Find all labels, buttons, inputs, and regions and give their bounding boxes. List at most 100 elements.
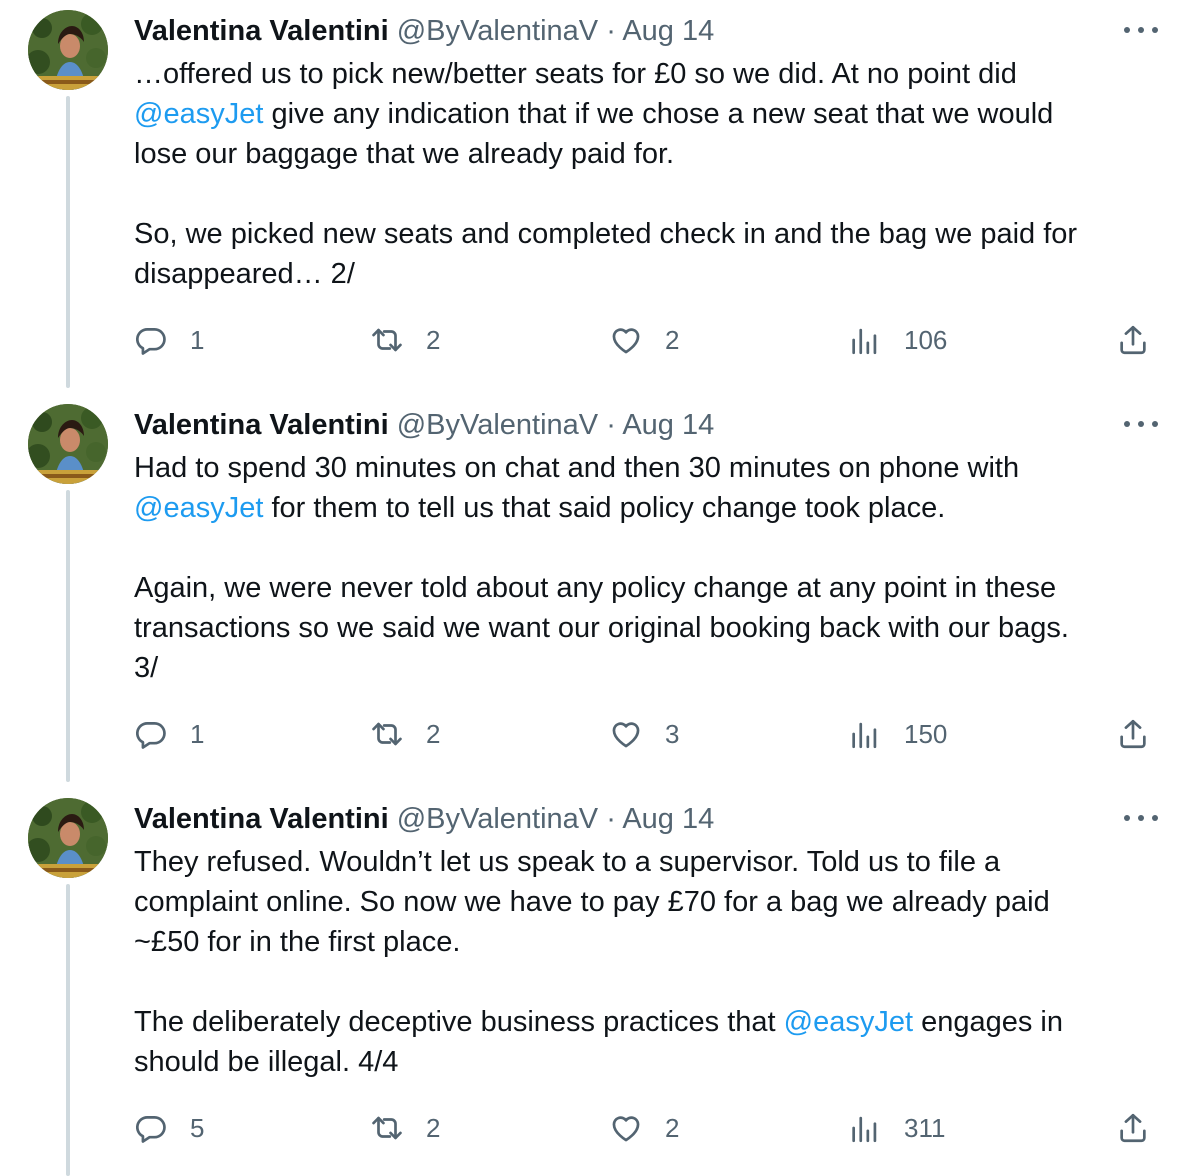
- author-handle[interactable]: @ByValentinaV: [397, 803, 598, 835]
- avatar[interactable]: [28, 798, 108, 878]
- heart-icon: [609, 323, 643, 357]
- text-segment: 3/: [134, 652, 159, 684]
- tweet-header: Valentina Valentini @ByValentinaV · Aug …: [134, 408, 714, 442]
- text-segment: engages in: [913, 1006, 1063, 1038]
- reply-icon: [134, 1111, 168, 1145]
- tweet-text-line: So, we picked new seats and completed ch…: [134, 214, 1164, 254]
- tweet-header: Valentina Valentini @ByValentinaV · Aug …: [134, 14, 714, 48]
- text-segment: lose our baggage that we already paid fo…: [134, 138, 675, 170]
- text-segment: transactions so we said we want our orig…: [134, 612, 1069, 644]
- tweet-text-line: 3/: [134, 648, 1164, 688]
- author-handle[interactable]: @ByValentinaV: [397, 409, 598, 441]
- mention-link[interactable]: @easyJet: [784, 1006, 913, 1038]
- tweet-date[interactable]: Aug 14: [622, 409, 714, 441]
- reply-button[interactable]: 1: [134, 320, 204, 360]
- share-icon: [1116, 717, 1150, 751]
- retweet-icon: [370, 323, 404, 357]
- share-button[interactable]: [1116, 1108, 1150, 1148]
- tweet-text-line: Again, we were never told about any poli…: [134, 568, 1164, 608]
- tweet-text: …offered us to pick new/better seats for…: [134, 54, 1164, 294]
- retweet-count: 2: [426, 718, 441, 749]
- share-icon: [1116, 323, 1150, 357]
- avatar[interactable]: [28, 404, 108, 484]
- author-name[interactable]: Valentina Valentini: [134, 15, 389, 47]
- tweet-text-line: transactions so we said we want our orig…: [134, 608, 1164, 648]
- text-segment: ~£50 for in the first place.: [134, 926, 461, 958]
- reply-count: 1: [190, 718, 205, 749]
- tweet-text-line: @easyJet give any indication that if we …: [134, 94, 1164, 134]
- views-button[interactable]: 150: [848, 714, 947, 754]
- author-name[interactable]: Valentina Valentini: [134, 803, 389, 835]
- more-icon[interactable]: [1124, 808, 1158, 828]
- like-button[interactable]: 3: [609, 714, 679, 754]
- author-name[interactable]: Valentina Valentini: [134, 409, 389, 441]
- reply-button[interactable]: 5: [134, 1108, 204, 1148]
- more-icon[interactable]: [1124, 20, 1158, 40]
- text-segment: So, we picked new seats and completed ch…: [134, 218, 1078, 250]
- tweet-text-line: …offered us to pick new/better seats for…: [134, 54, 1164, 94]
- share-button[interactable]: [1116, 320, 1150, 360]
- author-handle[interactable]: @ByValentinaV: [397, 15, 598, 47]
- text-segment: disappeared… 2/: [134, 258, 355, 290]
- views-button[interactable]: 311: [848, 1108, 945, 1148]
- reply-icon: [134, 323, 168, 357]
- tweet-text-line: The deliberately deceptive business prac…: [134, 1002, 1164, 1042]
- tweet-text-line: ~£50 for in the first place.: [134, 922, 1164, 962]
- text-segment: Had to spend 30 minutes on chat and then…: [134, 452, 1020, 484]
- share-icon: [1116, 1111, 1150, 1145]
- text-segment: …offered us to pick new/better seats for…: [134, 58, 1017, 90]
- tweet-text-line: [134, 528, 1164, 568]
- tweet[interactable]: Valentina Valentini @ByValentinaV · Aug …: [0, 788, 1188, 1176]
- tweet-text-line: [134, 962, 1164, 1002]
- separator-dot: ·: [606, 15, 616, 47]
- tweet[interactable]: Valentina Valentini @ByValentinaV · Aug …: [0, 394, 1188, 788]
- mention-link[interactable]: @easyJet: [134, 492, 263, 524]
- like-button[interactable]: 2: [609, 1108, 679, 1148]
- like-count: 2: [665, 1112, 680, 1143]
- action-bar: 1 2 3 150: [0, 714, 1188, 754]
- reply-count: 5: [190, 1112, 205, 1143]
- action-bar: 5 2 2 311: [0, 1108, 1188, 1148]
- share-button[interactable]: [1116, 714, 1150, 754]
- tweet[interactable]: Valentina Valentini @ByValentinaV · Aug …: [0, 0, 1188, 394]
- tweet-text-line: @easyJet for them to tell us that said p…: [134, 488, 1164, 528]
- avatar[interactable]: [28, 10, 108, 90]
- like-button[interactable]: 2: [609, 320, 679, 360]
- views-count: 150: [904, 718, 948, 749]
- tweet-text-line: They refused. Wouldn’t let us speak to a…: [134, 842, 1164, 882]
- text-segment: Again, we were never told about any poli…: [134, 572, 1057, 604]
- views-icon: [848, 1111, 882, 1145]
- reply-count: 1: [190, 324, 205, 355]
- tweet-text: Had to spend 30 minutes on chat and then…: [134, 448, 1164, 688]
- views-button[interactable]: 106: [848, 320, 947, 360]
- text-segment: They refused. Wouldn’t let us speak to a…: [134, 846, 1001, 878]
- tweet-text-line: [134, 174, 1164, 214]
- retweet-icon: [370, 717, 404, 751]
- text-segment: should be illegal. 4/4: [134, 1046, 399, 1078]
- retweet-count: 2: [426, 324, 441, 355]
- like-count: 2: [665, 324, 680, 355]
- more-icon[interactable]: [1124, 414, 1158, 434]
- retweet-button[interactable]: 2: [370, 714, 440, 754]
- separator-dot: ·: [606, 409, 616, 441]
- tweet-text-line: Had to spend 30 minutes on chat and then…: [134, 448, 1164, 488]
- retweet-button[interactable]: 2: [370, 320, 440, 360]
- like-count: 3: [665, 718, 680, 749]
- tweet-text-line: complaint online. So now we have to pay …: [134, 882, 1164, 922]
- tweet-text-line: disappeared… 2/: [134, 254, 1164, 294]
- tweet-date[interactable]: Aug 14: [622, 15, 714, 47]
- text-segment: for them to tell us that said policy cha…: [263, 492, 946, 524]
- heart-icon: [609, 1111, 643, 1145]
- separator-dot: ·: [606, 803, 616, 835]
- text-segment: complaint online. So now we have to pay …: [134, 886, 1050, 918]
- tweet-date[interactable]: Aug 14: [622, 803, 714, 835]
- views-count: 106: [904, 324, 948, 355]
- retweet-button[interactable]: 2: [370, 1108, 440, 1148]
- text-segment: The deliberately deceptive business prac…: [134, 1006, 784, 1038]
- reply-icon: [134, 717, 168, 751]
- tweet-header: Valentina Valentini @ByValentinaV · Aug …: [134, 802, 714, 836]
- retweet-count: 2: [426, 1112, 441, 1143]
- mention-link[interactable]: @easyJet: [134, 98, 263, 130]
- reply-button[interactable]: 1: [134, 714, 204, 754]
- views-count: 311: [904, 1112, 946, 1143]
